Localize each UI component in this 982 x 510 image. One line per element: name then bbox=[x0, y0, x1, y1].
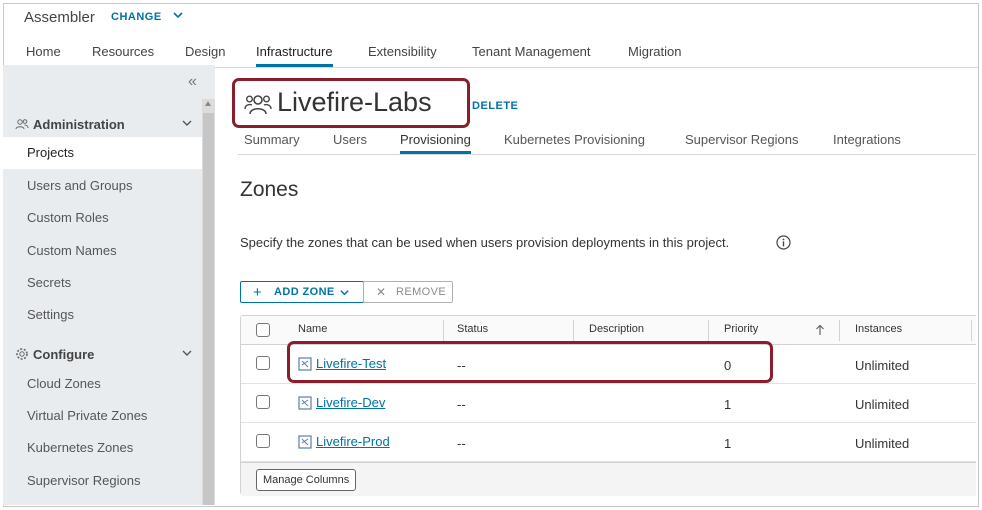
chevron-down-icon bbox=[340, 290, 349, 296]
sidebar-item-virtual-private-zones[interactable]: Virtual Private Zones bbox=[3, 400, 202, 432]
collapse-sidebar-icon[interactable]: « bbox=[188, 73, 197, 91]
column-header-name[interactable]: Name bbox=[298, 323, 327, 335]
zone-icon bbox=[298, 396, 312, 410]
column-divider[interactable] bbox=[708, 320, 709, 341]
tab-integrations[interactable]: Integrations bbox=[833, 132, 901, 147]
column-divider[interactable] bbox=[971, 320, 972, 341]
close-icon: ✕ bbox=[376, 285, 387, 299]
zones-description: Specify the zones that can be used when … bbox=[240, 235, 730, 250]
add-zone-label: ADD ZONE bbox=[274, 286, 335, 298]
sort-ascending-icon[interactable] bbox=[815, 324, 825, 336]
chevron-down-icon[interactable] bbox=[172, 9, 184, 21]
top-nav: Home Resources Design Infrastructure Ext… bbox=[4, 34, 978, 68]
sidebar-item-cloud-zones[interactable]: Cloud Zones bbox=[3, 368, 202, 400]
row-checkbox[interactable] bbox=[256, 434, 270, 448]
column-header-status[interactable]: Status bbox=[457, 323, 488, 335]
page-title: Livefire-Labs bbox=[277, 87, 432, 117]
sidebar-section-administration[interactable]: Administration bbox=[11, 115, 193, 137]
remove-label: REMOVE bbox=[396, 286, 447, 298]
delete-project-button[interactable]: DELETE bbox=[472, 100, 518, 112]
tab-resources[interactable]: Resources bbox=[92, 44, 154, 59]
change-app-button[interactable]: CHANGE bbox=[111, 11, 162, 23]
sidebar-item-settings[interactable]: Settings bbox=[3, 299, 202, 331]
select-all-checkbox[interactable] bbox=[256, 323, 270, 337]
table-footer: Manage Columns bbox=[241, 462, 976, 496]
tab-users[interactable]: Users bbox=[333, 132, 367, 147]
zones-heading: Zones bbox=[240, 178, 299, 201]
column-divider[interactable] bbox=[443, 320, 444, 341]
remove-zone-button[interactable]: ✕ REMOVE bbox=[363, 281, 453, 303]
tab-infrastructure[interactable]: Infrastructure bbox=[256, 44, 333, 67]
chevron-down-icon[interactable] bbox=[181, 347, 193, 359]
zone-instances: Unlimited bbox=[855, 397, 910, 412]
sidebar-scrollbar[interactable] bbox=[202, 99, 215, 505]
zone-priority: 1 bbox=[724, 436, 732, 451]
sidebar: « Administration Projects Users and Grou… bbox=[3, 65, 215, 505]
tab-tenant-management[interactable]: Tenant Management bbox=[472, 44, 591, 59]
scroll-up-icon[interactable] bbox=[205, 101, 211, 106]
app-name: Assembler bbox=[24, 9, 95, 26]
row-checkbox[interactable] bbox=[256, 395, 270, 409]
zone-instances: Unlimited bbox=[855, 436, 910, 451]
sidebar-item-custom-roles[interactable]: Custom Roles bbox=[3, 202, 202, 234]
column-divider[interactable] bbox=[573, 320, 574, 341]
gear-icon bbox=[16, 348, 28, 360]
zone-icon bbox=[298, 435, 312, 449]
sidebar-item-supervisor-regions[interactable]: Supervisor Regions bbox=[3, 465, 202, 497]
admin-icon bbox=[15, 119, 29, 130]
add-zone-button[interactable]: + ADD ZONE bbox=[240, 281, 364, 303]
tab-provisioning[interactable]: Provisioning bbox=[400, 132, 471, 154]
app-bar: Assembler CHANGE bbox=[4, 4, 978, 34]
plus-icon: + bbox=[253, 284, 263, 301]
column-header-priority[interactable]: Priority bbox=[724, 323, 758, 335]
table-row[interactable]: Livefire-Dev -- 1 Unlimited bbox=[241, 384, 976, 423]
project-group-icon bbox=[244, 95, 272, 115]
tab-migration[interactable]: Migration bbox=[628, 44, 681, 59]
zone-status: -- bbox=[457, 397, 466, 412]
sidebar-item-users-and-groups[interactable]: Users and Groups bbox=[3, 170, 202, 202]
tab-extensibility[interactable]: Extensibility bbox=[368, 44, 437, 59]
tab-kubernetes-provisioning[interactable]: Kubernetes Provisioning bbox=[504, 132, 645, 147]
row-highlight-annotation bbox=[287, 341, 773, 383]
tab-home[interactable]: Home bbox=[26, 44, 61, 59]
sidebar-item-custom-names[interactable]: Custom Names bbox=[3, 235, 202, 267]
column-header-instances[interactable]: Instances bbox=[855, 323, 902, 335]
sidebar-section-configure[interactable]: Configure bbox=[11, 345, 193, 367]
scrollbar-thumb[interactable] bbox=[203, 113, 214, 505]
column-divider[interactable] bbox=[839, 320, 840, 341]
manage-columns-button[interactable]: Manage Columns bbox=[256, 469, 357, 491]
zone-status: -- bbox=[457, 436, 466, 451]
zone-priority: 1 bbox=[724, 397, 732, 412]
tab-design[interactable]: Design bbox=[185, 44, 225, 59]
main-content: Summary Users Provisioning Kubernetes Pr… bbox=[218, 65, 976, 505]
zone-name-link[interactable]: Livefire-Prod bbox=[316, 434, 390, 449]
tab-supervisor-regions[interactable]: Supervisor Regions bbox=[685, 132, 798, 147]
project-tabs: Summary Users Provisioning Kubernetes Pr… bbox=[238, 127, 976, 155]
chevron-down-icon[interactable] bbox=[181, 117, 193, 129]
sidebar-section-label: Administration bbox=[33, 117, 125, 132]
sidebar-section-label: Configure bbox=[33, 347, 95, 362]
table-row[interactable]: Livefire-Prod -- 1 Unlimited bbox=[241, 423, 976, 462]
row-checkbox[interactable] bbox=[256, 356, 270, 370]
sidebar-item-kubernetes-zones[interactable]: Kubernetes Zones bbox=[3, 432, 202, 464]
sidebar-item-projects[interactable]: Projects bbox=[3, 137, 202, 169]
info-icon[interactable] bbox=[776, 235, 791, 250]
project-title-highlight: Livefire-Labs bbox=[232, 78, 470, 128]
zone-name-link[interactable]: Livefire-Dev bbox=[316, 395, 385, 410]
tab-summary[interactable]: Summary bbox=[244, 132, 300, 147]
column-header-description[interactable]: Description bbox=[589, 323, 644, 335]
sidebar-item-secrets[interactable]: Secrets bbox=[3, 267, 202, 299]
zone-instances: Unlimited bbox=[855, 358, 910, 373]
